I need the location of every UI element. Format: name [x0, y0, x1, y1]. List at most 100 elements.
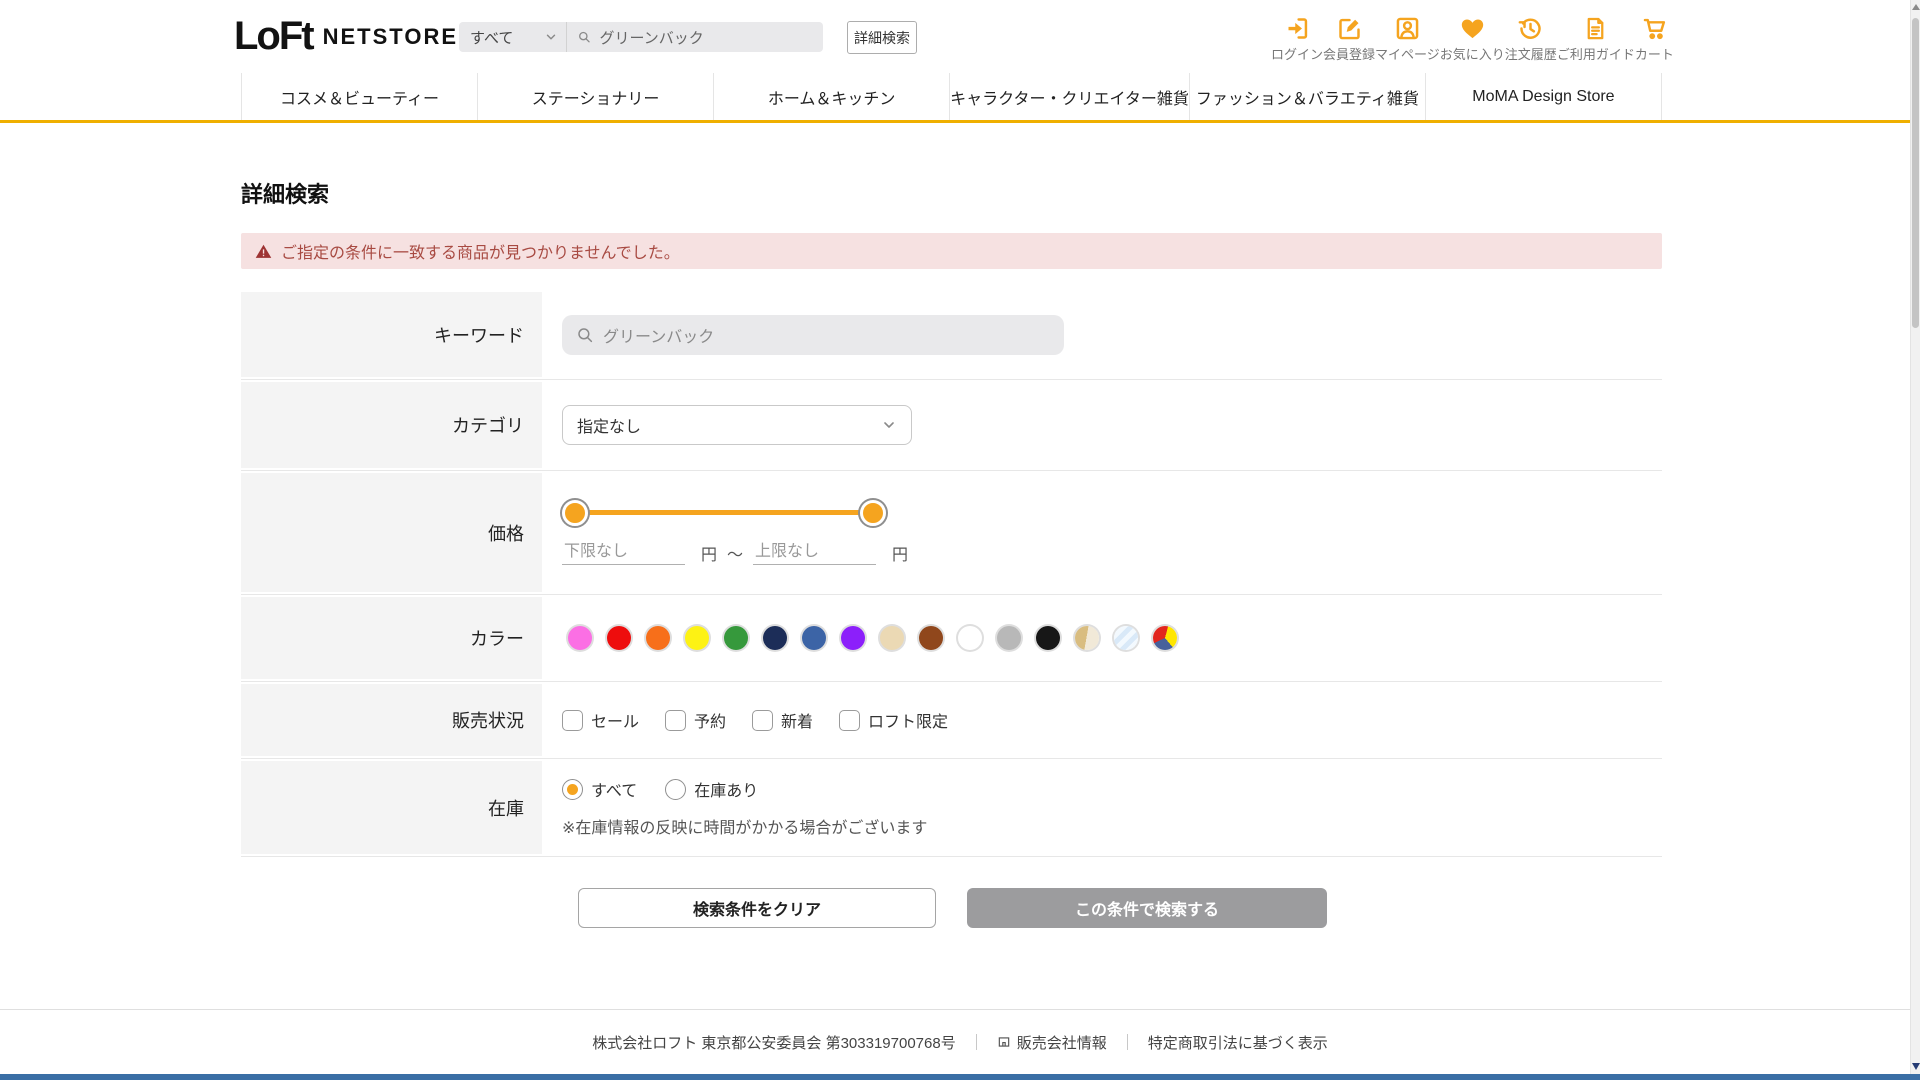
register-label: 会員登録	[1323, 47, 1376, 62]
color-swatch-beige[interactable]	[880, 626, 904, 650]
category-nav: コスメ＆ビューティー ステーショナリー ホーム＆キッチン キャラクター・クリエイ…	[0, 73, 1920, 123]
price-min-unit: 円	[701, 546, 718, 564]
company-info-link[interactable]: 販売会社情報	[997, 1032, 1107, 1053]
category-label: カテゴリ	[241, 382, 542, 468]
checkbox-sale[interactable]: セール	[562, 708, 639, 732]
all-radio-label: すべて	[591, 783, 638, 800]
category-select[interactable]: 指定なし	[562, 405, 912, 445]
scrollbar-down-arrow-icon[interactable]	[1912, 1063, 1920, 1070]
color-swatch-clear[interactable]	[1114, 626, 1138, 650]
color-swatches	[568, 626, 1177, 650]
sale-checkbox[interactable]	[562, 709, 583, 731]
vertical-scrollbar[interactable]	[1910, 0, 1920, 1074]
checkbox-reservation[interactable]: 予約	[665, 708, 726, 732]
in-stock-radio[interactable]	[665, 778, 687, 800]
nav-item-home-kitchen[interactable]: ホーム＆キッチン	[713, 73, 949, 120]
chevron-down-icon	[884, 422, 894, 428]
guide-icon	[1587, 17, 1604, 40]
color-swatch-pink[interactable]	[568, 626, 592, 650]
keyword-label: キーワード	[241, 292, 542, 377]
price-slider-max-handle[interactable]	[860, 500, 886, 526]
reservation-checkbox-label: 予約	[694, 714, 727, 731]
footer-divider	[1126, 1034, 1128, 1050]
search-category-value: すべて	[470, 29, 514, 47]
sales-status-options: セール 予約 新着 ロフト限定	[562, 708, 948, 732]
color-swatch-red[interactable]	[607, 626, 631, 650]
guide-link[interactable]: ご利用ガイド	[1557, 15, 1635, 63]
favorites-icon	[1461, 19, 1483, 39]
keyword-input[interactable]	[603, 325, 1050, 344]
color-swatch-brown[interactable]	[919, 626, 943, 650]
radio-all[interactable]: すべて	[562, 777, 637, 801]
header-search-input[interactable]	[599, 28, 813, 46]
color-swatch-multicolor[interactable]	[1153, 626, 1177, 650]
color-swatch-blue[interactable]	[802, 626, 826, 650]
login-link[interactable]: ログイン	[1271, 15, 1323, 63]
price-range-separator: ～	[727, 546, 744, 564]
new-arrival-checkbox-label: 新着	[781, 714, 814, 731]
page-title: 詳細検索	[241, 182, 330, 207]
clear-conditions-button[interactable]: 検索条件をクリア	[578, 888, 936, 928]
category-selected-value: 指定なし	[577, 419, 642, 436]
reservation-checkbox[interactable]	[665, 709, 687, 731]
checkbox-new-arrival[interactable]: 新着	[752, 708, 813, 732]
nav-item-cosme-beauty[interactable]: コスメ＆ビューティー	[241, 73, 477, 120]
header: LoFt NETSTORE すべて 詳細検索 ログイン 会員登録	[0, 0, 1920, 73]
storefront-icon	[998, 1037, 1009, 1047]
all-radio[interactable]	[562, 778, 583, 800]
logo-netstore-text: NETSTORE	[322, 23, 459, 49]
price-min-input[interactable]	[562, 540, 685, 565]
loft-exclusive-checkbox[interactable]	[839, 709, 861, 731]
no-results-error-banner: ご指定の条件に一致する商品が見つかりませんでした。	[241, 233, 1662, 269]
login-label: ログイン	[1271, 47, 1324, 62]
footer: 株式会社ロフト 東京都公安委員会 第303319700768号 販売会社情報 特…	[0, 1009, 1920, 1074]
color-swatch-black[interactable]	[1036, 626, 1060, 650]
nav-item-fashion-variety[interactable]: ファッション＆バラエティ雑貨	[1188, 73, 1425, 120]
favorites-link[interactable]: お気に入り	[1440, 15, 1505, 63]
new-arrival-checkbox[interactable]	[752, 709, 774, 731]
search-category-dropdown[interactable]: すべて	[459, 22, 566, 52]
nav-item-character-creator[interactable]: キャラクター・クリエイター雑貨	[949, 73, 1189, 120]
order-history-label: 注文履歴	[1504, 47, 1557, 62]
register-link[interactable]: 会員登録	[1323, 15, 1375, 63]
color-swatch-orange[interactable]	[646, 626, 670, 650]
scrollbar-thumb[interactable]	[1912, 18, 1919, 328]
company-registration-text: 株式会社ロフト 東京都公安委員会 第303319700768号	[592, 1034, 956, 1052]
nav-item-moma-design-store[interactable]: MoMA Design Store	[1424, 73, 1662, 120]
color-swatch-white[interactable]	[958, 626, 982, 650]
color-swatch-green[interactable]	[724, 626, 748, 650]
color-swatch-yellow[interactable]	[685, 626, 709, 650]
search-icon	[578, 327, 593, 342]
checkbox-loft-exclusive[interactable]: ロフト限定	[839, 708, 948, 732]
color-swatch-gold[interactable]	[1075, 626, 1099, 650]
nav-item-stationery[interactable]: ステーショナリー	[477, 73, 713, 120]
mypage-link[interactable]: マイページ	[1375, 15, 1440, 63]
commercial-law-link[interactable]: 特定商取引法に基づく表示	[1148, 1032, 1328, 1053]
detail-search-button[interactable]: 詳細検索	[847, 21, 917, 54]
cart-link[interactable]: カート	[1635, 15, 1674, 63]
stock-label: 在庫	[241, 761, 542, 854]
price-max-input[interactable]	[753, 540, 877, 565]
price-slider-min-handle[interactable]	[562, 500, 588, 526]
warning-icon	[255, 244, 272, 258]
price-label: 価格	[241, 473, 542, 592]
form-row-sales-status: 販売状況 セール 予約 新着 ロフト限定	[241, 682, 1662, 759]
stock-note: ※在庫情報の反映に時間がかかる場合がございます	[562, 820, 928, 837]
scrollbar-up-arrow-icon[interactable]	[1912, 4, 1920, 10]
color-swatch-gray[interactable]	[997, 626, 1021, 650]
order-history-icon	[1518, 18, 1541, 39]
form-row-price: 価格 円 ～ 円	[241, 471, 1662, 595]
order-history-link[interactable]: 注文履歴	[1505, 15, 1557, 63]
sales-status-label: 販売状況	[241, 684, 542, 756]
search-with-conditions-button[interactable]: この条件で検索する	[967, 888, 1327, 928]
error-message: ご指定の条件に一致する商品が見つかりませんでした。	[281, 245, 680, 262]
price-max-unit: 円	[892, 546, 909, 564]
price-slider-track[interactable]	[575, 510, 873, 515]
loft-netstore-logo[interactable]: LoFt NETSTORE	[234, 14, 458, 59]
color-swatch-navy[interactable]	[763, 626, 787, 650]
color-swatch-purple[interactable]	[841, 626, 865, 650]
radio-in-stock[interactable]: 在庫あり	[665, 777, 758, 801]
form-row-keyword: キーワード	[241, 290, 1662, 380]
guide-label: ご利用ガイド	[1556, 47, 1635, 62]
cart-icon	[1643, 18, 1665, 40]
